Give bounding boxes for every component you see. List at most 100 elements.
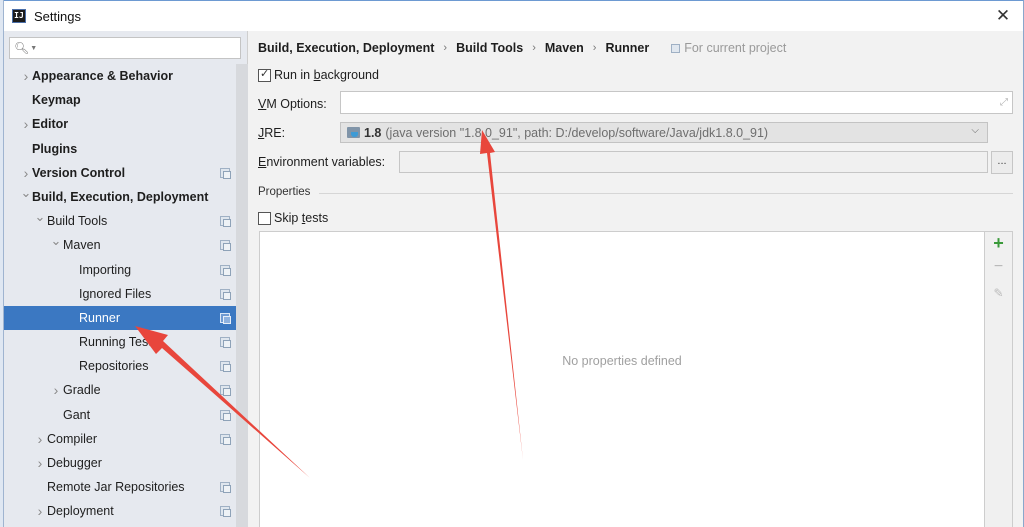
sidebar-item-label: Runner xyxy=(79,310,120,325)
run-in-background-option[interactable]: Run in background xyxy=(258,67,379,82)
env-vars-input[interactable] xyxy=(399,151,988,173)
project-level-settings-icon xyxy=(220,337,231,349)
project-level-settings-icon xyxy=(220,312,231,324)
title-bar: IJ Settings ✕ xyxy=(4,1,1023,31)
sidebar-item-label: Importing xyxy=(79,262,132,277)
sidebar-item-ignored-files[interactable]: Ignored Files xyxy=(4,282,236,306)
project-level-settings-icon xyxy=(220,167,231,179)
breadcrumb-item: Runner xyxy=(605,41,650,55)
search-icon: 🔍︎ xyxy=(14,41,30,55)
sidebar-item-keymap[interactable]: Keymap xyxy=(4,88,236,112)
remove-property-button[interactable]: − xyxy=(985,256,1012,278)
sidebar-item-debugger[interactable]: › Debugger xyxy=(4,451,236,475)
runner-settings-panel: Build, Execution, Deployment › Build Too… xyxy=(249,31,1023,527)
properties-toolbar: + − ✎ xyxy=(985,231,1013,527)
sidebar-item-build-tools[interactable]: ⌄ Build Tools xyxy=(4,209,236,233)
env-vars-label: Environment variables: xyxy=(258,155,385,169)
add-property-button[interactable]: + xyxy=(985,232,1012,254)
sidebar-item-importing[interactable]: Importing xyxy=(4,258,236,282)
expand-icon[interactable]: ⤢ xyxy=(1000,97,1008,108)
project-level-settings-icon xyxy=(220,240,231,252)
sidebar-item-appearance-behavior[interactable]: › Appearance & Behavior xyxy=(4,64,236,88)
sidebar-item-label: Gradle xyxy=(63,383,101,398)
breadcrumb-item: Build Tools xyxy=(456,41,524,55)
sidebar-item-deployment[interactable]: › Deployment xyxy=(4,499,236,523)
search-input[interactable] xyxy=(41,39,240,57)
breadcrumb-separator: › xyxy=(532,42,536,54)
chevron-right-icon[interactable]: › xyxy=(20,64,32,88)
chevron-right-icon[interactable]: › xyxy=(50,378,62,402)
breadcrumb-item: Build, Execution, Deployment xyxy=(258,41,435,55)
project-level-settings-icon xyxy=(220,409,231,421)
breadcrumb-separator: › xyxy=(592,42,597,54)
skip-tests-checkbox[interactable] xyxy=(258,211,271,225)
sidebar-item-label: Editor xyxy=(32,117,69,132)
sidebar-item-compiler[interactable]: › Compiler xyxy=(4,427,236,451)
chevron-right-icon[interactable]: › xyxy=(34,499,46,523)
vm-options-input[interactable]: ⤢ xyxy=(340,91,1013,114)
sidebar-item-label: Ignored Files xyxy=(79,286,152,301)
scope-indicator: For current project xyxy=(671,41,786,55)
run-in-background-label[interactable]: Run in background xyxy=(274,68,379,82)
sidebar-item-label: Keymap xyxy=(32,93,81,108)
project-level-settings-icon xyxy=(220,216,231,228)
sidebar-item-version-control[interactable]: › Version Control xyxy=(4,161,236,185)
sidebar-item-label: Plugins xyxy=(32,141,78,156)
mnemonic: b xyxy=(313,68,321,82)
jre-label: JRE: xyxy=(258,126,285,140)
project-level-settings-icon xyxy=(220,506,231,518)
sidebar-item-running-tests[interactable]: Running Tests xyxy=(4,330,236,354)
sidebar-item-label: Gant xyxy=(63,407,91,422)
sidebar-item-repositories[interactable]: Repositories xyxy=(4,354,236,378)
settings-tree: › Appearance & Behavior Keymap › Editor Plugi… xyxy=(4,64,236,524)
settings-search[interactable]: 🔍︎ ▼ xyxy=(9,37,241,59)
sidebar-item-label: Version Control xyxy=(32,165,126,180)
sidebar-item-label: Debugger xyxy=(47,456,102,470)
label-text: RE: xyxy=(264,126,286,140)
chevron-down-icon[interactable]: ⌄ xyxy=(50,229,62,253)
edit-property-button[interactable]: ✎ xyxy=(985,282,1012,304)
project-level-settings-icon xyxy=(220,288,231,300)
chevron-down-icon[interactable]: ⌄ xyxy=(20,181,32,205)
search-options-caret-icon[interactable]: ▼ xyxy=(30,45,37,52)
sidebar-item-label: Remote Jar Repositories xyxy=(47,480,185,495)
sidebar-item-editor[interactable]: › Editor xyxy=(4,112,236,136)
project-level-settings-icon xyxy=(220,385,231,397)
chevron-right-icon[interactable]: › xyxy=(34,427,46,451)
sidebar-item-gradle[interactable]: › Gradle xyxy=(4,378,236,402)
sidebar-item-gant[interactable]: Gant xyxy=(4,403,236,427)
window-title: Settings xyxy=(34,8,81,24)
sidebar-item-label: Maven xyxy=(63,238,101,253)
project-level-settings-icon xyxy=(220,264,231,276)
label-text: Run in xyxy=(274,68,314,82)
sidebar-item-label: Appearance & Behavior xyxy=(32,69,174,83)
sidebar-item-maven[interactable]: ⌄ Maven xyxy=(4,233,236,257)
chevron-right-icon[interactable]: › xyxy=(34,451,46,475)
skip-tests-option[interactable]: Skip tests xyxy=(258,211,328,225)
chevron-down-icon[interactable]: ⌄ xyxy=(34,205,46,229)
settings-dialog: IJ Settings ✕ 🔍︎ ▼ › Appearance & Behavio… xyxy=(4,0,1024,527)
sidebar-item-runner[interactable]: Runner xyxy=(4,305,236,331)
settings-sidebar: 🔍︎ ▼ › Appearance & Behavior Keymap › Editor… xyxy=(4,31,248,527)
label-text: ackground xyxy=(320,68,379,82)
section-divider xyxy=(319,193,1013,194)
run-in-background-checkbox[interactable] xyxy=(258,67,271,82)
sidebar-item-label: Running Tests xyxy=(79,335,158,350)
env-vars-browse-button[interactable]: ... xyxy=(991,151,1013,174)
intellij-app-icon: IJ xyxy=(12,9,26,23)
jre-dropdown[interactable]: 1.8 (java version "1.8.0_91", path: D:/d… xyxy=(340,122,988,143)
sidebar-item-plugins[interactable]: Plugins xyxy=(4,137,236,161)
breadcrumb: Build, Execution, Deployment › Build Too… xyxy=(258,41,786,55)
breadcrumb-separator: › xyxy=(443,42,448,54)
chevron-right-icon[interactable]: › xyxy=(20,112,32,136)
sidebar-item-remote-jar-repositories[interactable]: Remote Jar Repositories xyxy=(4,475,236,499)
skip-tests-label[interactable]: Skip tests xyxy=(274,211,328,225)
project-level-settings-icon xyxy=(220,433,231,445)
close-button[interactable]: ✕ xyxy=(993,6,1013,26)
scope-label: For current project xyxy=(684,41,787,55)
vm-options-label: VM Options: xyxy=(258,97,327,111)
jre-version: 1.8 xyxy=(364,125,382,140)
properties-table[interactable]: No properties defined xyxy=(259,231,985,527)
project-level-settings-icon xyxy=(220,482,231,494)
sidebar-scrollbar[interactable] xyxy=(236,64,248,527)
